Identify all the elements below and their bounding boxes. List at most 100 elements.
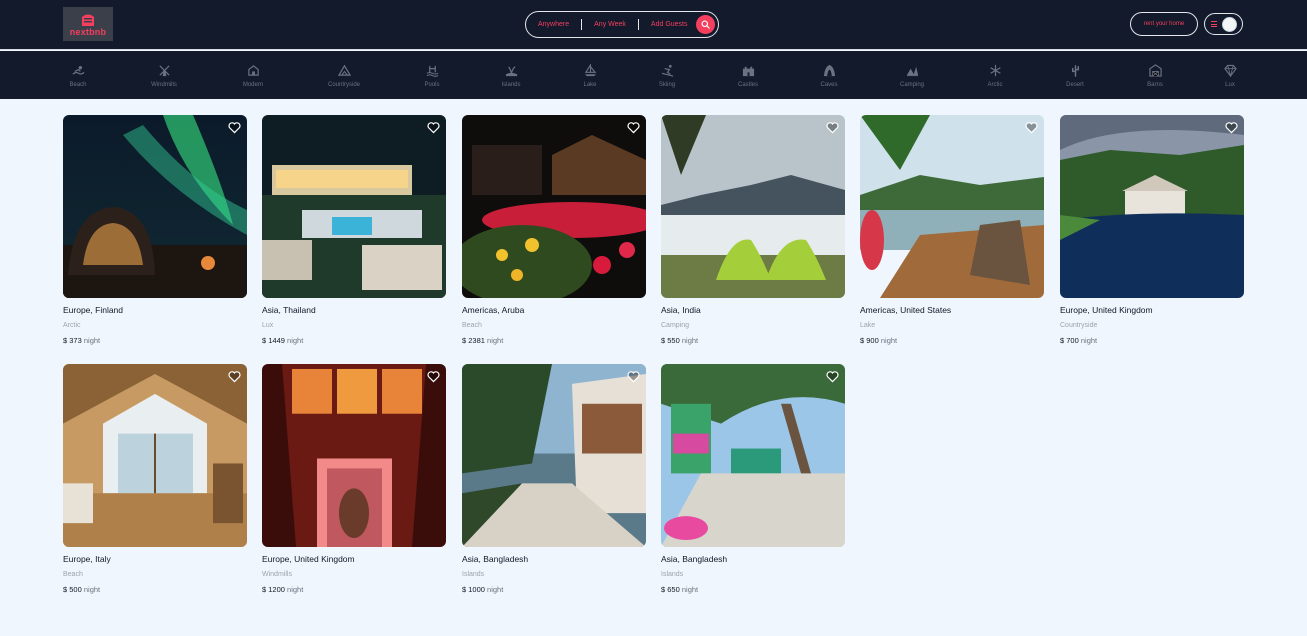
listing-photo-tropical-resort bbox=[661, 364, 845, 547]
castle-icon bbox=[742, 66, 754, 77]
user-menu-button[interactable] bbox=[1204, 13, 1243, 35]
listing-photo[interactable] bbox=[661, 115, 845, 298]
category-countryside[interactable]: Countryside bbox=[314, 64, 374, 88]
listing-card[interactable]: Asia, Bangladesh Islands $ 1000 night bbox=[462, 364, 646, 600]
search-button[interactable] bbox=[696, 15, 715, 34]
listing-photo[interactable] bbox=[661, 364, 845, 547]
category-label: Lux bbox=[1225, 82, 1235, 88]
listing-photo[interactable] bbox=[462, 364, 646, 547]
barn-icon bbox=[1148, 64, 1162, 77]
listing-photo-beach-hut bbox=[63, 364, 247, 547]
windmill-icon bbox=[158, 65, 170, 77]
category-desert[interactable]: Desert bbox=[1045, 64, 1105, 88]
rent-your-home-button[interactable]: rent your home bbox=[1130, 12, 1198, 36]
cave-icon bbox=[823, 64, 835, 77]
category-lake[interactable]: Lake bbox=[560, 64, 620, 88]
listing-price: $ 650 night bbox=[661, 585, 845, 594]
search-guests[interactable]: Add Guests bbox=[639, 21, 700, 28]
category-windmills[interactable]: Windmills bbox=[134, 64, 194, 88]
category-barns[interactable]: Barns bbox=[1125, 64, 1185, 88]
brand-logo[interactable]: nextbnb bbox=[63, 7, 113, 41]
category-castles[interactable]: Castles bbox=[718, 64, 778, 88]
category-lux[interactable]: Lux bbox=[1200, 64, 1260, 88]
category-pools[interactable]: Pools bbox=[402, 64, 462, 88]
listing-location: Europe, United Kingdom bbox=[1060, 305, 1153, 315]
listing-price-value: $ 650 bbox=[661, 585, 680, 594]
listing-photo[interactable] bbox=[262, 115, 446, 298]
favorite-heart-icon[interactable] bbox=[427, 121, 440, 134]
category-beach[interactable]: Beach bbox=[48, 64, 108, 88]
listing-price: $ 1449 night bbox=[262, 336, 446, 345]
listing-photo[interactable] bbox=[1060, 115, 1244, 298]
listing-price: $ 2381 night bbox=[462, 336, 646, 345]
listing-photo[interactable] bbox=[462, 115, 646, 298]
category-label: Islands bbox=[501, 82, 521, 88]
listing-category: Windmills bbox=[262, 571, 292, 578]
listing-price-unit: night bbox=[83, 336, 101, 345]
listing-card[interactable]: Americas, Aruba Beach $ 2381 night bbox=[462, 115, 646, 351]
listing-card[interactable]: Europe, Italy Beach $ 500 night bbox=[63, 364, 247, 600]
favorite-heart-icon[interactable] bbox=[228, 370, 241, 383]
listing-price-value: $ 700 bbox=[1060, 336, 1079, 345]
category-skiing[interactable]: Skiing bbox=[637, 64, 697, 88]
boat-icon bbox=[584, 64, 596, 77]
listing-price-value: $ 2381 bbox=[462, 336, 485, 345]
favorite-heart-icon[interactable] bbox=[826, 121, 839, 134]
listing-card[interactable]: Europe, Finland Arctic $ 373 night bbox=[63, 115, 247, 351]
listing-card[interactable]: Asia, India Camping $ 550 night bbox=[661, 115, 845, 351]
search-bar[interactable]: Anywhere Any Week Add Guests bbox=[525, 11, 719, 38]
search-when[interactable]: Any Week bbox=[582, 21, 638, 28]
listing-photo[interactable] bbox=[860, 115, 1044, 298]
listing-card[interactable]: Europe, United Kingdom Windmills $ 1200 … bbox=[262, 364, 446, 600]
favorite-heart-icon[interactable] bbox=[826, 370, 839, 383]
logo-house-icon bbox=[82, 14, 94, 26]
camping-icon bbox=[906, 66, 918, 77]
listing-category: Lake bbox=[860, 322, 876, 329]
listing-price-unit: night bbox=[287, 336, 304, 345]
favorite-heart-icon[interactable] bbox=[627, 370, 640, 383]
category-modern[interactable]: Modern bbox=[223, 64, 283, 88]
avatar bbox=[1222, 16, 1237, 32]
listing-photo-windmill-interior bbox=[262, 364, 446, 547]
cactus-icon bbox=[1071, 65, 1079, 77]
listing-card[interactable]: Americas, United States Lake $ 900 night bbox=[860, 115, 1044, 351]
listing-card[interactable]: Asia, Bangladesh Islands $ 650 night bbox=[661, 364, 845, 600]
category-label: Desert bbox=[1066, 82, 1084, 88]
favorite-heart-icon[interactable] bbox=[1025, 121, 1038, 134]
listing-card[interactable]: Asia, Thailand Lux $ 1449 night bbox=[262, 115, 446, 351]
category-camping[interactable]: Camping bbox=[882, 64, 942, 88]
listing-price-value: $ 373 bbox=[63, 336, 82, 345]
listing-photo[interactable] bbox=[63, 364, 247, 547]
listing-category: Islands bbox=[661, 571, 684, 578]
category-caves[interactable]: Caves bbox=[799, 64, 859, 88]
listing-price: $ 1200 night bbox=[262, 585, 446, 594]
listing-price-value: $ 500 bbox=[63, 585, 82, 594]
diamond-icon bbox=[1223, 64, 1237, 77]
category-label: Skiing bbox=[658, 82, 676, 88]
favorite-heart-icon[interactable] bbox=[228, 121, 241, 134]
listing-category: Lux bbox=[262, 322, 274, 329]
favorite-heart-icon[interactable] bbox=[1225, 121, 1238, 134]
search-icon bbox=[701, 20, 710, 29]
category-label: Beach bbox=[69, 82, 87, 88]
favorite-heart-icon[interactable] bbox=[427, 370, 440, 383]
category-label: Windmills bbox=[151, 82, 177, 88]
category-arctic[interactable]: Arctic bbox=[965, 64, 1025, 88]
listing-photo[interactable] bbox=[262, 364, 446, 547]
listing-location: Europe, United Kingdom bbox=[262, 554, 355, 564]
listing-price-value: $ 1449 bbox=[262, 336, 285, 345]
search-where[interactable]: Anywhere bbox=[526, 21, 581, 28]
listing-price: $ 550 night bbox=[661, 336, 845, 345]
listing-card[interactable]: Europe, United Kingdom Countryside $ 700… bbox=[1060, 115, 1244, 351]
listing-category: Beach bbox=[63, 571, 83, 578]
favorite-heart-icon[interactable] bbox=[627, 121, 640, 134]
category-label: Lake bbox=[583, 82, 597, 88]
category-label: Castles bbox=[737, 82, 758, 88]
snowflake-icon bbox=[989, 64, 1001, 77]
menu-icon bbox=[1211, 21, 1217, 27]
category-islands[interactable]: Islands bbox=[481, 64, 541, 88]
category-bar: Beach Windmills Modern Countryside Pools… bbox=[0, 51, 1307, 99]
listing-photo-lake-deck bbox=[860, 115, 1044, 298]
listing-photo[interactable] bbox=[63, 115, 247, 298]
listing-photo-countryside-house bbox=[1060, 115, 1244, 298]
